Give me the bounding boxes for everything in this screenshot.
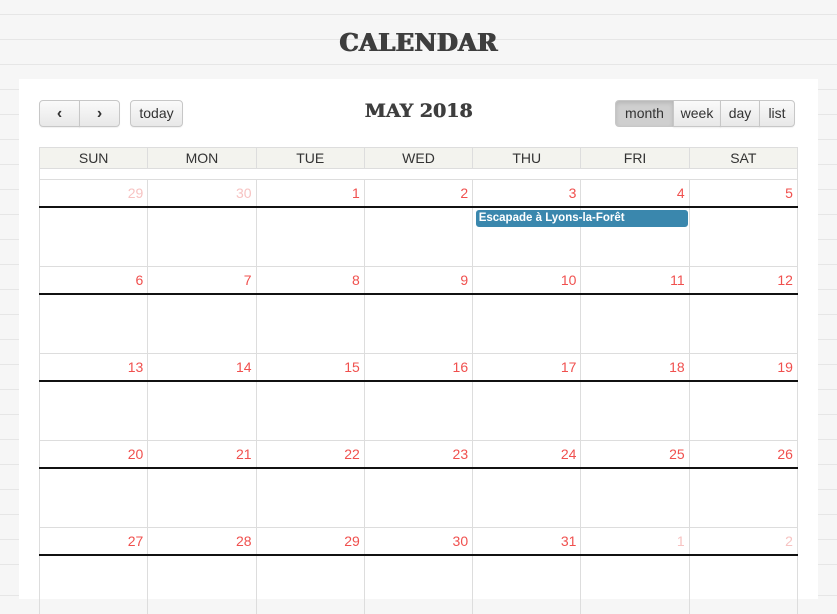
view-week-button[interactable]: week — [673, 100, 721, 127]
day-number: 1 — [352, 185, 360, 201]
day-number: 9 — [460, 272, 469, 288]
day-header-thu: THU — [472, 148, 580, 168]
day-cell[interactable]: 7 — [147, 267, 255, 353]
day-number: 2 — [460, 185, 469, 201]
day-header-sun: SUN — [78, 150, 109, 166]
day-cell[interactable]: 23 — [363, 441, 472, 527]
day-cell[interactable]: 6 — [40, 267, 147, 353]
day-cell[interactable]: 28 — [147, 528, 255, 614]
day-number: 14 — [235, 359, 252, 375]
day-header-tue: TUE — [255, 148, 364, 168]
week-divider — [39, 554, 798, 556]
day-number: 26 — [777, 446, 793, 462]
day-cell[interactable]: 29 — [40, 180, 147, 266]
page-title: CALENDAR — [339, 28, 498, 57]
day-number: 30 — [235, 185, 252, 201]
day-number: 6 — [135, 272, 144, 288]
day-number: 8 — [352, 272, 360, 288]
day-number: 25 — [669, 446, 685, 462]
week-row: 29 30 1 2 3 4 5 Escapade à Lyons-la-Forêt — [39, 179, 798, 266]
day-cell[interactable]: 16 — [363, 354, 472, 440]
day-cell[interactable]: 27 — [40, 528, 147, 614]
week-row: 27 28 29 30 31 1 2 — [39, 527, 798, 614]
header-spacer — [39, 169, 798, 179]
day-number: 24 — [560, 446, 577, 462]
week-divider — [39, 206, 798, 208]
week-divider — [39, 380, 798, 382]
day-number: 18 — [669, 359, 685, 375]
day-cell[interactable]: 14 — [147, 354, 255, 440]
day-cell[interactable]: 25 — [580, 441, 688, 527]
day-number: 2 — [785, 533, 793, 549]
calendar-event[interactable]: Escapade à Lyons-la-Forêt — [475, 210, 688, 227]
day-number: 27 — [127, 533, 144, 549]
day-header-sat: SAT — [688, 148, 797, 168]
view-list-button[interactable]: list — [759, 100, 795, 127]
week-divider — [39, 293, 798, 295]
week-row: 6 7 8 9 10 11 12 — [39, 266, 798, 353]
day-cell[interactable]: 17 — [472, 354, 580, 440]
day-cell[interactable]: 21 — [147, 441, 255, 527]
day-number: 4 — [676, 185, 685, 201]
day-number: 7 — [243, 272, 252, 288]
day-cell[interactable]: 5 — [688, 180, 797, 266]
day-number: 29 — [344, 533, 360, 549]
week-row: 20 21 22 23 24 25 26 — [39, 440, 798, 527]
day-cell[interactable]: 1 — [255, 180, 364, 266]
day-cell[interactable]: 15 — [255, 354, 364, 440]
day-cell[interactable]: 2 — [688, 528, 797, 614]
day-number: 19 — [777, 359, 793, 375]
day-cell[interactable]: 22 — [255, 441, 364, 527]
day-cell[interactable]: 9 — [363, 267, 472, 353]
day-cell[interactable]: 29 — [255, 528, 364, 614]
day-cell[interactable]: 2 — [363, 180, 472, 266]
day-cell[interactable]: 12 — [688, 267, 797, 353]
day-number: 5 — [785, 185, 793, 201]
day-number: 3 — [568, 185, 577, 201]
day-header-mon: MON — [147, 148, 255, 168]
day-cell[interactable]: 11 — [580, 267, 688, 353]
day-number: 23 — [452, 446, 469, 462]
day-cell[interactable]: 19 — [688, 354, 797, 440]
day-number: 16 — [452, 359, 469, 375]
day-number: 28 — [235, 533, 252, 549]
week-row: 13 14 15 16 17 18 19 — [39, 353, 798, 440]
day-number: 10 — [560, 272, 577, 288]
day-cell[interactable]: 10 — [472, 267, 580, 353]
day-number: 12 — [777, 272, 793, 288]
day-cell[interactable]: 13 — [40, 354, 147, 440]
day-number: 1 — [676, 533, 685, 549]
day-header-row: SUN MON TUE WED THU FRI SAT — [39, 147, 798, 169]
day-cell[interactable]: 31 — [472, 528, 580, 614]
view-switcher: month week day list — [615, 100, 795, 127]
view-month-button[interactable]: month — [615, 100, 674, 127]
day-number: 11 — [670, 272, 685, 288]
week-divider — [39, 467, 798, 469]
day-cell[interactable]: 26 — [688, 441, 797, 527]
day-number: 21 — [235, 446, 252, 462]
day-number: 15 — [344, 359, 360, 375]
month-grid: SUN MON TUE WED THU FRI SAT 29 30 1 2 3 4 5 Esc… — [39, 147, 798, 614]
day-number: 31 — [560, 533, 577, 549]
day-cell[interactable]: 30 — [147, 180, 255, 266]
day-header-fri: FRI — [580, 148, 688, 168]
day-number: 22 — [344, 446, 360, 462]
day-number: 30 — [452, 533, 469, 549]
day-cell[interactable]: 1 — [580, 528, 688, 614]
day-cell[interactable]: 30 — [363, 528, 472, 614]
day-number: 20 — [127, 446, 144, 462]
day-number: 29 — [127, 185, 144, 201]
day-number: 17 — [560, 359, 577, 375]
day-cell[interactable]: 8 — [255, 267, 364, 353]
day-cell[interactable]: 18 — [580, 354, 688, 440]
day-header-wed: WED — [363, 148, 472, 168]
day-cell[interactable]: 20 — [40, 441, 147, 527]
day-cell[interactable]: 24 — [472, 441, 580, 527]
day-number: 13 — [127, 359, 144, 375]
view-day-button[interactable]: day — [720, 100, 760, 127]
